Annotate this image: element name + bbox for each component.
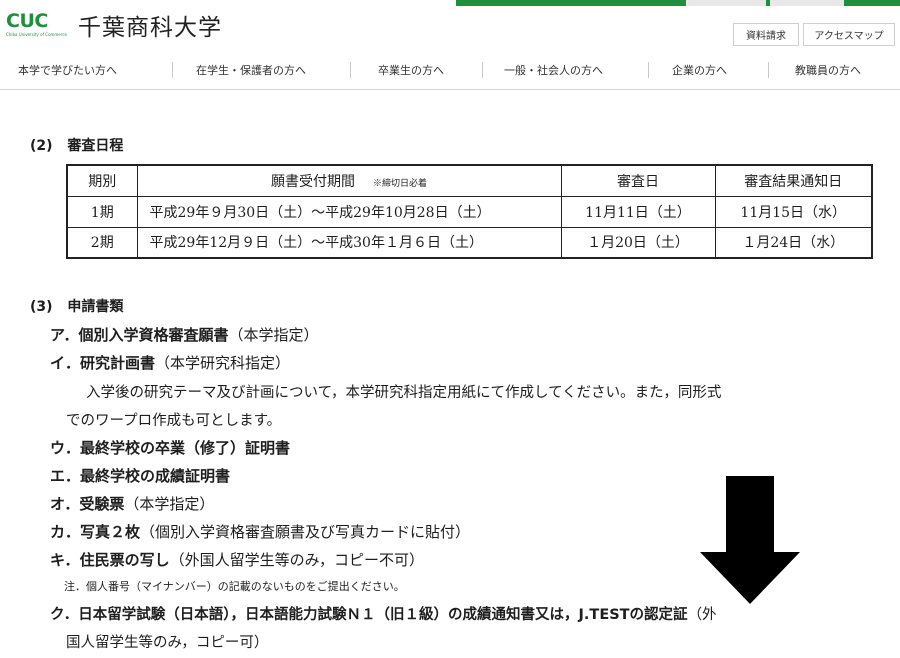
nav-divider [482, 62, 483, 78]
list-item: キ．住民票の写し（外国人留学生等のみ，コピー不可） [50, 549, 424, 570]
table-cell: 11月15日（水） [714, 195, 873, 228]
item-title: 写真２枚 [80, 523, 141, 541]
item-mark: キ． [50, 551, 80, 569]
item-note: （本学指定） [228, 326, 319, 344]
item-description: 入学後の研究テーマ及び計画について，本学研究科指定用紙にて作成してください。また… [86, 385, 722, 401]
schedule-table: 期別 願書受付期間 ※締切日必着 審査日 審査結果通知日 1期 平成29年９月30… [66, 164, 873, 259]
table-cell: 2期 [66, 226, 138, 259]
list-item: エ．最終学校の成績証明書 [50, 465, 230, 486]
list-item: オ．受験票（本学指定） [50, 493, 214, 514]
item-footnote: 注．個人番号（マイナンバー）の記載のないものをご提出ください。 [64, 580, 405, 593]
item-title: 最終学校の成績証明書 [80, 467, 231, 485]
top-accent-bar [456, 0, 900, 6]
nav-item-faculty[interactable]: 教職員の方へ [795, 62, 861, 78]
nav-item-students-parents[interactable]: 在学生・保護者の方へ [196, 62, 306, 78]
nav-divider [768, 62, 769, 78]
deadline-note: ※締切日必着 [372, 178, 427, 189]
top-bar-segment [770, 0, 844, 6]
section-title: 審査日程 [67, 138, 124, 154]
item-note: （本学研究科指定） [155, 354, 291, 372]
column-header: 審査結果通知日 [714, 164, 873, 197]
table-cell: 1期 [66, 195, 138, 228]
access-map-button[interactable]: アクセスマップ [803, 23, 895, 46]
list-item: ウ．最終学校の卒業（修了）証明書 [50, 437, 290, 458]
item-note: （本学指定） [124, 495, 215, 513]
table-cell: １月24日（水） [714, 226, 873, 259]
section-number: (2) [30, 138, 53, 154]
list-item: カ．写真２枚（個別入学資格審査願書及び写真カードに貼付） [50, 521, 470, 542]
nav-divider [350, 62, 351, 78]
item-mark: ウ． [50, 439, 81, 457]
item-mark: ク． [50, 607, 79, 623]
column-header: 期別 [66, 164, 138, 197]
section-title: 申請書類 [67, 299, 124, 315]
nav-item-general[interactable]: 一般・社会人の方へ [504, 62, 603, 78]
item-note: （個別入学資格審査願書及び写真カードに貼付） [140, 523, 471, 541]
item-mark: エ． [50, 467, 81, 485]
item-description: でのワープロ作成も可とします。 [66, 413, 282, 429]
list-item: イ．研究計画書（本学研究科指定） [50, 352, 290, 373]
nav-item-prospective[interactable]: 本学で学びたい方へ [18, 62, 117, 78]
nav-divider [648, 62, 649, 78]
table-cell: 平成29年12月９日（土）～平成30年１月６日（土） [136, 226, 562, 259]
item-title: 最終学校の卒業（修了）証明書 [80, 439, 291, 457]
nav-item-companies[interactable]: 企業の方へ [672, 62, 727, 78]
list-item: ク．日本留学試験（日本語），日本語能力試験Ｎ１（旧１級）の成績通知書又は，J.T… [50, 603, 717, 624]
logo-subtitle: Chiba University of Commerce [6, 32, 67, 37]
request-materials-button[interactable]: 資料請求 [733, 23, 799, 46]
section-2-heading: (2) 審査日程 [30, 135, 123, 155]
item-description: 国人留学生等のみ，コピー可） [66, 635, 269, 651]
global-nav: 本学で学びたい方へ 在学生・保護者の方へ 卒業生の方へ 一般・社会人の方へ 企業… [0, 52, 900, 90]
item-mark: カ． [50, 523, 81, 541]
table-row: 1期 平成29年９月30日（土）～平成29年10月28日（土） 11月11日（土… [66, 195, 873, 228]
nav-item-alumni[interactable]: 卒業生の方へ [378, 62, 444, 78]
nav-divider [172, 62, 173, 78]
university-name: 千葉商科大学 [78, 15, 222, 41]
item-title: 住民票の写し [79, 551, 170, 569]
section-3-heading: (3) 申請書類 [30, 296, 123, 316]
item-title: 日本留学試験（日本語），日本語能力試験Ｎ１（旧１級）の成績通知書又は，J.TES… [78, 607, 688, 623]
top-bar-segment [686, 0, 766, 6]
table-header-row: 期別 願書受付期間 ※締切日必着 審査日 審査結果通知日 [66, 164, 873, 197]
list-item: ア．個別入学資格審査願書（本学指定） [50, 324, 319, 345]
column-header: 願書受付期間 ※締切日必着 [136, 164, 562, 197]
column-header: 審査日 [560, 164, 716, 197]
column-header-text: 願書受付期間 [270, 173, 355, 190]
item-note: （外国人留学生等のみ，コピー不可） [169, 551, 424, 569]
item-mark: オ． [50, 495, 80, 513]
arrow-shape [700, 476, 800, 604]
item-mark: イ． [50, 354, 81, 372]
item-title: 個別入学資格審査願書 [78, 326, 229, 344]
item-title: 受験票 [79, 495, 125, 513]
logo-mark: CUC [6, 10, 48, 32]
down-arrow-icon [700, 476, 800, 604]
item-title: 研究計画書 [80, 354, 156, 372]
table-cell: 11月11日（土） [560, 195, 716, 228]
table-cell: １月20日（土） [560, 226, 716, 259]
table-row: 2期 平成29年12月９日（土）～平成30年１月６日（土） １月20日（土） １… [66, 226, 873, 259]
item-mark: ア． [50, 326, 79, 344]
table-cell: 平成29年９月30日（土）～平成29年10月28日（土） [136, 195, 562, 228]
section-number: (3) [30, 299, 53, 315]
item-note: （外 [687, 607, 717, 623]
